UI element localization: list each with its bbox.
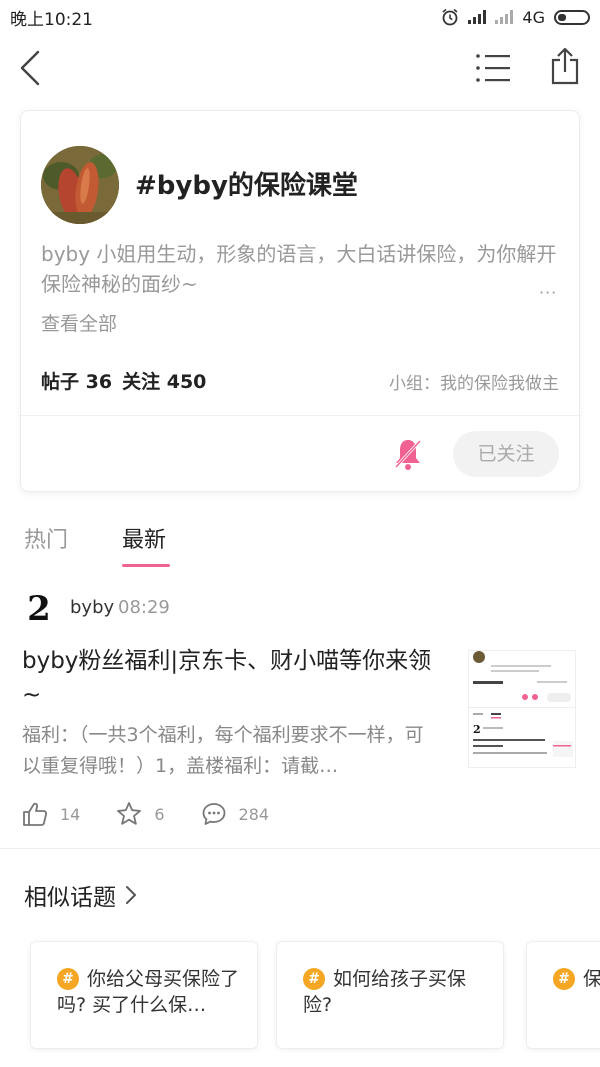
topic-title: #byby的保险课堂 bbox=[135, 171, 358, 201]
follows-label: 关注 bbox=[122, 371, 161, 393]
comment-icon bbox=[202, 803, 225, 825]
favorite-action[interactable]: 6 bbox=[116, 801, 165, 827]
group-link[interactable]: 小组：我的保险我做主 bbox=[389, 369, 559, 394]
post-title[interactable]: byby粉丝福利|京东卡、财小喵等你来领~ bbox=[22, 644, 450, 712]
comment-action[interactable]: 284 bbox=[201, 801, 270, 827]
post-author-avatar[interactable]: 2 bbox=[22, 590, 56, 628]
back-arrow-icon[interactable] bbox=[14, 48, 50, 88]
like-count: 14 bbox=[60, 804, 81, 824]
notification-off-icon[interactable] bbox=[393, 437, 423, 471]
chevron-right-icon bbox=[126, 886, 136, 904]
similar-topic-card[interactable]: # 如何给孩子买保险? bbox=[276, 941, 504, 1049]
topic-stats: 帖子 36 关注 450 bbox=[41, 367, 206, 394]
topic-description: byby 小姐用生动，形象的语言，大白话讲保险，为你解开保险神秘的面纱~ bbox=[41, 242, 557, 296]
nav-bar bbox=[0, 34, 600, 104]
share-icon[interactable] bbox=[548, 46, 582, 86]
posts-label: 帖子 bbox=[41, 371, 80, 393]
menu-list-icon[interactable] bbox=[474, 50, 512, 86]
active-tab-indicator bbox=[122, 564, 170, 567]
post-author-name[interactable]: byby bbox=[70, 597, 114, 618]
tab-hot[interactable]: 热门 bbox=[24, 522, 68, 554]
similar-topic-card[interactable]: # 你给父母买保险了吗? 买了什么保… bbox=[30, 941, 258, 1049]
post-actions: 14 6 284 bbox=[22, 800, 305, 828]
star-icon bbox=[117, 802, 142, 825]
topic-avatar bbox=[41, 146, 119, 224]
signal-icon-secondary bbox=[495, 10, 514, 24]
status-time: 晚上10:21 bbox=[10, 9, 93, 30]
similar-topic-title: 你给父母买保险了吗? 买了什么保… bbox=[57, 968, 240, 1016]
similar-topic-card[interactable]: # 保 bbox=[526, 941, 600, 1049]
section-divider bbox=[0, 848, 600, 849]
comment-count: 284 bbox=[238, 804, 270, 824]
posts-stat: 帖子 36 bbox=[41, 367, 112, 394]
signal-icon bbox=[468, 10, 487, 24]
post-time: 08:29 bbox=[118, 597, 170, 618]
followed-button[interactable]: 已关注 bbox=[453, 431, 559, 477]
battery-icon bbox=[554, 9, 590, 25]
similar-topic-title: 保 bbox=[583, 968, 600, 990]
see-all-link[interactable]: 查看全部 bbox=[41, 309, 117, 336]
network-type: 4G bbox=[522, 7, 545, 27]
similar-topic-title: 如何给孩子买保险? bbox=[303, 968, 467, 1016]
status-bar: 晚上10:21 4G bbox=[0, 0, 600, 34]
svg-text:2: 2 bbox=[473, 723, 481, 736]
posts-count: 36 bbox=[85, 371, 113, 393]
similar-topics-title: 相似话题 bbox=[24, 885, 116, 911]
thumbs-up-icon bbox=[23, 802, 48, 826]
topic-card: #byby的保险课堂 byby 小姐用生动，形象的语言，大白话讲保险，为你解开保… bbox=[20, 110, 580, 492]
alarm-icon bbox=[442, 8, 458, 26]
post-excerpt[interactable]: 福利：（一共3个福利，每个福利要求不一样，可以重复得哦！）1，盖楼福利：请截… bbox=[22, 720, 440, 782]
card-divider bbox=[21, 415, 579, 416]
favorite-count: 6 bbox=[154, 804, 165, 824]
status-icons: 4G bbox=[441, 8, 590, 27]
tab-latest[interactable]: 最新 bbox=[122, 522, 166, 554]
like-action[interactable]: 14 bbox=[22, 801, 80, 827]
similar-topics-header[interactable]: 相似话题 bbox=[24, 878, 138, 912]
post-thumbnail[interactable]: 2 bbox=[468, 650, 576, 768]
follows-stat: 关注 450 bbox=[122, 367, 206, 394]
more-dots-icon[interactable]: ··· bbox=[539, 283, 557, 302]
follows-count: 450 bbox=[166, 371, 207, 393]
